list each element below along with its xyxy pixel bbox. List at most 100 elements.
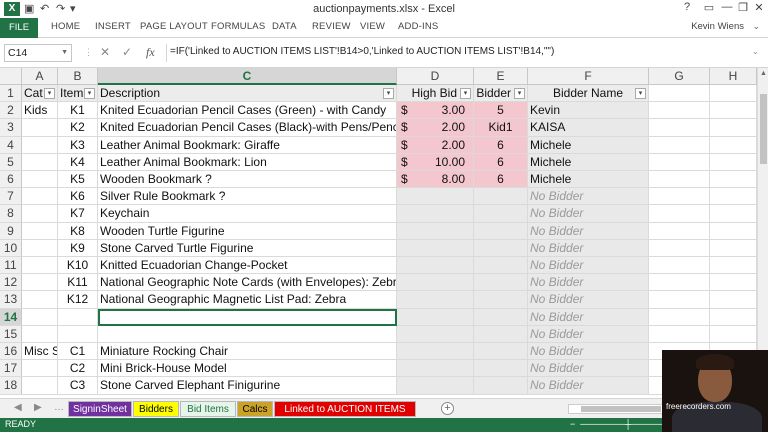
tab-page-layout[interactable]: PAGE LAYOUT xyxy=(140,21,208,32)
cell-e17[interactable] xyxy=(474,360,528,378)
collapse-ribbon-icon[interactable]: ⌄ xyxy=(752,21,760,32)
column-header-e[interactable]: E xyxy=(474,68,528,85)
cell-c18[interactable]: Stone Carved Elephant Finigurine xyxy=(98,377,397,395)
drag-handle-icon[interactable]: ⋮ xyxy=(84,47,93,58)
cell-h12[interactable] xyxy=(710,274,757,292)
cell-b16[interactable]: C1 xyxy=(58,343,98,361)
cell-c16[interactable]: Miniature Rocking Chair xyxy=(98,343,397,361)
new-sheet-button[interactable]: + xyxy=(441,402,454,415)
cell-a9[interactable] xyxy=(22,222,58,240)
cell-d6[interactable]: $8.00 xyxy=(397,171,474,189)
filter-dropdown-icon[interactable]: ▾ xyxy=(84,88,95,99)
row-header[interactable]: 12 xyxy=(0,274,22,292)
cell-h14[interactable] xyxy=(710,308,757,326)
cell-c7[interactable]: Silver Rule Bookmark ? xyxy=(98,188,397,206)
cell-h1[interactable] xyxy=(710,85,757,103)
tab-add-ins[interactable]: ADD-INS xyxy=(398,21,438,32)
cell-e18[interactable] xyxy=(474,377,528,395)
sheet-tab-calcs[interactable]: Calcs xyxy=(237,401,273,417)
cell-h7[interactable] xyxy=(710,188,757,206)
cell-g13[interactable] xyxy=(649,291,710,309)
worksheet-grid[interactable]: A B C D E F G H 1 Cat ▾ Item ▾ Description ▾ High Bid ▾ B… xyxy=(0,68,757,398)
cell-f9[interactable]: No Bidder xyxy=(528,222,649,240)
sheet-tab-linked-to-auction-items-list[interactable]: Linked to AUCTION ITEMS LIST xyxy=(274,401,416,430)
cell-d8[interactable] xyxy=(397,205,474,223)
cell-b13[interactable]: K12 xyxy=(58,291,98,309)
scroll-up-icon[interactable]: ▲ xyxy=(759,70,768,77)
cell-b18[interactable]: C3 xyxy=(58,377,98,395)
cell-e12[interactable] xyxy=(474,274,528,292)
cell-d13[interactable] xyxy=(397,291,474,309)
scroll-sheets-right-icon[interactable]: ▶ xyxy=(34,402,42,413)
insert-function-icon[interactable]: fx xyxy=(146,45,155,60)
confirm-entry-icon[interactable]: ✓ xyxy=(122,45,132,59)
cell-h15[interactable] xyxy=(710,325,757,343)
cell-g1[interactable] xyxy=(649,85,710,103)
cell-g11[interactable] xyxy=(649,257,710,275)
cell-c9[interactable]: Wooden Turtle Figurine xyxy=(98,222,397,240)
cell-a5[interactable] xyxy=(22,153,58,171)
cell-a18[interactable] xyxy=(22,377,58,395)
tab-formulas[interactable]: FORMULAS xyxy=(211,21,265,32)
cell-e5[interactable]: 6 xyxy=(474,153,528,171)
cell-d16[interactable] xyxy=(397,343,474,361)
cell-c4[interactable]: Leather Animal Bookmark: Giraffe xyxy=(98,136,397,154)
cell-h3[interactable] xyxy=(710,119,757,137)
cell-h6[interactable] xyxy=(710,171,757,189)
cell-c15[interactable] xyxy=(98,325,397,343)
cell-e6[interactable]: 6 xyxy=(474,171,528,189)
cell-d7[interactable] xyxy=(397,188,474,206)
cell-d14[interactable] xyxy=(397,308,474,326)
cell-g3[interactable] xyxy=(649,119,710,137)
column-header-b[interactable]: B xyxy=(58,68,98,85)
tab-insert[interactable]: INSERT xyxy=(95,21,131,32)
cell-g5[interactable] xyxy=(649,153,710,171)
cell-f16[interactable]: No Bidder xyxy=(528,343,649,361)
row-header[interactable]: 15 xyxy=(0,325,22,343)
cell-b6[interactable]: K5 xyxy=(58,171,98,189)
more-sheets-icon[interactable]: … xyxy=(54,402,64,413)
cell-h8[interactable] xyxy=(710,205,757,223)
filter-dropdown-icon[interactable]: ▾ xyxy=(44,88,55,99)
row-header[interactable]: 17 xyxy=(0,360,22,378)
cell-f15[interactable]: No Bidder xyxy=(528,325,649,343)
cell-d4[interactable]: $2.00 xyxy=(397,136,474,154)
cell-c2[interactable]: Knited Ecuadorian Pencil Cases (Green) -… xyxy=(98,102,397,120)
cell-f10[interactable]: No Bidder xyxy=(528,239,649,257)
cell-g12[interactable] xyxy=(649,274,710,292)
filter-dropdown-icon[interactable]: ▾ xyxy=(383,88,394,99)
cell-e7[interactable] xyxy=(474,188,528,206)
cell-c13[interactable]: National Geographic Magnetic List Pad: Z… xyxy=(98,291,397,309)
cell-d3[interactable]: $2.00 xyxy=(397,119,474,137)
row-header[interactable]: 6 xyxy=(0,171,22,189)
cell-g4[interactable] xyxy=(649,136,710,154)
cell-a15[interactable] xyxy=(22,325,58,343)
cell-f3[interactable]: KAISA xyxy=(528,119,649,137)
filter-dropdown-icon[interactable]: ▾ xyxy=(635,88,646,99)
cell-f13[interactable]: No Bidder xyxy=(528,291,649,309)
cell-b11[interactable]: K10 xyxy=(58,257,98,275)
select-all-corner[interactable] xyxy=(0,68,22,85)
cell-e4[interactable]: 6 xyxy=(474,136,528,154)
cell-c17[interactable]: Mini Brick-House Model xyxy=(98,360,397,378)
cell-b7[interactable]: K6 xyxy=(58,188,98,206)
cell-g15[interactable] xyxy=(649,325,710,343)
cell-e1[interactable]: Bidder ▾ xyxy=(474,85,528,103)
cell-g7[interactable] xyxy=(649,188,710,206)
close-button[interactable]: ✕ xyxy=(748,1,768,17)
cell-g6[interactable] xyxy=(649,171,710,189)
cancel-entry-icon[interactable]: ✕ xyxy=(100,45,110,59)
cell-b5[interactable]: K4 xyxy=(58,153,98,171)
cell-c3[interactable]: Knited Ecuadorian Pencil Cases (Black)-w… xyxy=(98,119,397,137)
cell-a2[interactable]: Kids xyxy=(22,102,58,120)
cell-g9[interactable] xyxy=(649,222,710,240)
cell-a10[interactable] xyxy=(22,239,58,257)
cell-c8[interactable]: Keychain xyxy=(98,205,397,223)
cell-f5[interactable]: Michele xyxy=(528,153,649,171)
cell-e2[interactable]: 5 xyxy=(474,102,528,120)
cell-h5[interactable] xyxy=(710,153,757,171)
row-header[interactable]: 7 xyxy=(0,188,22,206)
cell-a3[interactable] xyxy=(22,119,58,137)
column-header-d[interactable]: D xyxy=(397,68,474,85)
cell-f7[interactable]: No Bidder xyxy=(528,188,649,206)
